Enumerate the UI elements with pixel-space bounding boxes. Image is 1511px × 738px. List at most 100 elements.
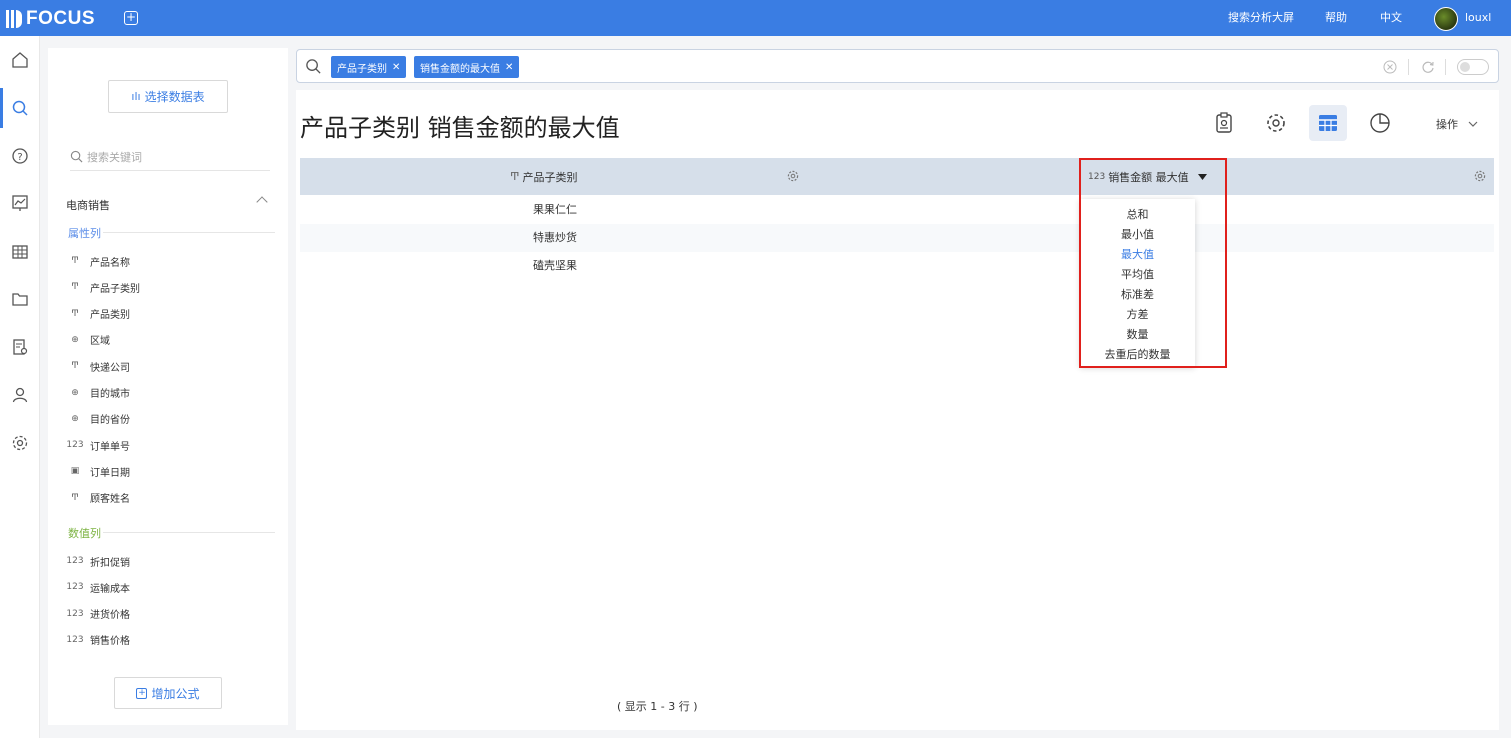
aggregation-option[interactable]: 标准差 <box>1080 285 1195 305</box>
pie-chart-icon[interactable] <box>1361 105 1399 141</box>
field-item[interactable]: 123 销售价格 <box>66 631 130 649</box>
divider <box>103 232 275 233</box>
field-label: 快递公司 <box>90 362 130 374</box>
close-icon[interactable]: ✕ <box>505 62 513 73</box>
table-row[interactable]: 果果仁仁 <box>300 196 1494 224</box>
report-settings-icon[interactable] <box>0 327 40 367</box>
table-view-icon[interactable] <box>1309 105 1347 141</box>
aggregation-option[interactable]: 最小值 <box>1080 225 1195 245</box>
field-label: 订单日期 <box>90 467 130 479</box>
num-section-label: 数值列 <box>68 527 101 540</box>
focus-logo[interactable]: FOCUS <box>6 8 95 30</box>
field-item[interactable]: ⊕ 区域 <box>66 331 110 349</box>
number-type-icon: 123 <box>66 608 84 619</box>
question-icon[interactable]: ? <box>0 136 40 176</box>
column-gear-icon[interactable] <box>787 170 799 182</box>
number-type-icon: 123 <box>66 440 84 451</box>
field-label: 运输成本 <box>90 583 130 595</box>
avatar[interactable] <box>1434 7 1458 31</box>
caret-down-icon[interactable] <box>1197 173 1207 180</box>
column-header[interactable]: 123 销售金额 最大值 <box>1088 158 1207 195</box>
select-table-label: 选择数据表 <box>144 90 205 104</box>
close-icon[interactable]: ✕ <box>392 62 400 73</box>
help-link[interactable]: 帮助 <box>1325 0 1347 36</box>
folder-icon[interactable] <box>0 279 40 319</box>
search-placeholder: 搜索关键词 <box>87 150 142 164</box>
home-icon[interactable] <box>0 40 40 80</box>
user-icon[interactable] <box>0 375 40 415</box>
save-icon[interactable] <box>1205 105 1243 141</box>
language-switch[interactable]: 中文 <box>1380 0 1402 36</box>
table-row[interactable]: 磕壳坚果 <box>300 252 1494 280</box>
text-type-icon: Ͳ <box>71 492 79 503</box>
field-item[interactable]: 123 订单单号 <box>66 436 130 454</box>
text-type-icon: Ͳ <box>71 282 79 293</box>
toggle-switch[interactable] <box>1457 59 1489 75</box>
field-item[interactable]: 123 运输成本 <box>66 578 130 596</box>
left-rail: ? <box>0 36 40 738</box>
column-label: 产品子类别 <box>522 170 578 184</box>
refresh-icon[interactable] <box>1421 60 1435 74</box>
chip-label: 销售金额的最大值 <box>420 63 500 75</box>
field-label: 顾客姓名 <box>90 494 130 506</box>
aggregation-option[interactable]: 平均值 <box>1080 265 1195 285</box>
select-table-button[interactable]: ılı 选择数据表 <box>108 80 228 113</box>
add-formula-button[interactable]: + 增加公式 <box>114 677 222 709</box>
keyword-search-input[interactable]: 搜索关键词 <box>70 143 270 171</box>
gear-icon[interactable] <box>0 423 40 463</box>
field-item[interactable]: Ͳ 产品名称 <box>66 252 130 270</box>
field-label: 销售价格 <box>90 636 130 648</box>
geo-type-icon: ⊕ <box>71 334 79 345</box>
pager-text: ( 显示 1 - 3 行 ) <box>617 700 698 713</box>
clear-icon[interactable] <box>1383 60 1397 74</box>
aggregation-option[interactable]: 去重后的数量 <box>1080 345 1195 365</box>
screen-link[interactable]: 搜索分析大屏 <box>1228 0 1294 36</box>
field-label: 产品类别 <box>90 310 130 322</box>
operations-menu[interactable]: 操作 <box>1436 116 1478 132</box>
table-group-title[interactable]: 电商销售 <box>66 197 110 213</box>
aggregation-option[interactable]: 最大值 <box>1080 245 1195 265</box>
divider <box>103 532 275 533</box>
search-chip[interactable]: 销售金额的最大值 ✕ <box>414 56 520 78</box>
date-type-icon: ▣ <box>70 466 80 477</box>
chevron-down-icon <box>1468 121 1478 127</box>
field-item[interactable]: 123 折扣促销 <box>66 552 130 570</box>
logo-text: FOCUS <box>26 8 95 29</box>
field-item[interactable]: Ͳ 产品子类别 <box>66 278 140 296</box>
table-cell: 特惠炒货 <box>533 231 577 244</box>
search-icon[interactable] <box>0 88 40 128</box>
search-icon <box>306 59 321 74</box>
text-type-icon: Ͳ <box>71 256 79 266</box>
search-bar[interactable]: 产品子类别 ✕ 销售金额的最大值 ✕ <box>296 49 1499 83</box>
field-item[interactable]: ⊕ 目的城市 <box>66 384 130 402</box>
field-label: 进货价格 <box>90 610 130 622</box>
field-item[interactable]: Ͳ 产品类别 <box>66 305 130 323</box>
field-item[interactable]: Ͳ 顾客姓名 <box>66 489 130 507</box>
user-name[interactable]: louxl <box>1465 0 1491 36</box>
field-item[interactable]: ▣ 订单日期 <box>66 462 130 480</box>
aggregation-option[interactable]: 数量 <box>1080 325 1195 345</box>
column-gear-icon[interactable] <box>1474 170 1486 182</box>
field-label: 折扣促销 <box>90 557 130 569</box>
field-item[interactable]: ⊕ 目的省份 <box>66 410 130 428</box>
table-row[interactable]: 特惠炒货 <box>300 224 1494 252</box>
settings-gear-icon[interactable] <box>1257 105 1295 141</box>
field-item[interactable]: 123 进货价格 <box>66 605 130 623</box>
field-item[interactable]: Ͳ 快递公司 <box>66 357 130 375</box>
data-sidebar: ılı 选择数据表 搜索关键词 电商销售 属性列 Ͳ 产品名称 Ͳ 产品子类别 Ͳ 产品类… <box>48 48 288 725</box>
aggregation-option[interactable]: 总和 <box>1080 205 1195 225</box>
text-type-icon: Ͳ <box>71 361 79 372</box>
chevron-up-icon[interactable] <box>256 196 268 208</box>
field-label: 订单单号 <box>90 441 130 453</box>
new-tab-plus-icon[interactable]: + <box>124 11 138 25</box>
logo-icon <box>6 10 22 28</box>
bar-chart-icon: ılı <box>131 90 141 103</box>
number-type-icon: 123 <box>66 556 84 566</box>
table-icon[interactable] <box>0 232 40 272</box>
column-header[interactable]: Ͳ 产品子类别 <box>510 158 577 195</box>
field-label: 目的省份 <box>90 415 130 427</box>
search-chip[interactable]: 产品子类别 ✕ <box>331 56 407 78</box>
field-label: 区域 <box>90 336 110 348</box>
dashboard-icon[interactable] <box>0 183 40 223</box>
aggregation-option[interactable]: 方差 <box>1080 305 1195 325</box>
